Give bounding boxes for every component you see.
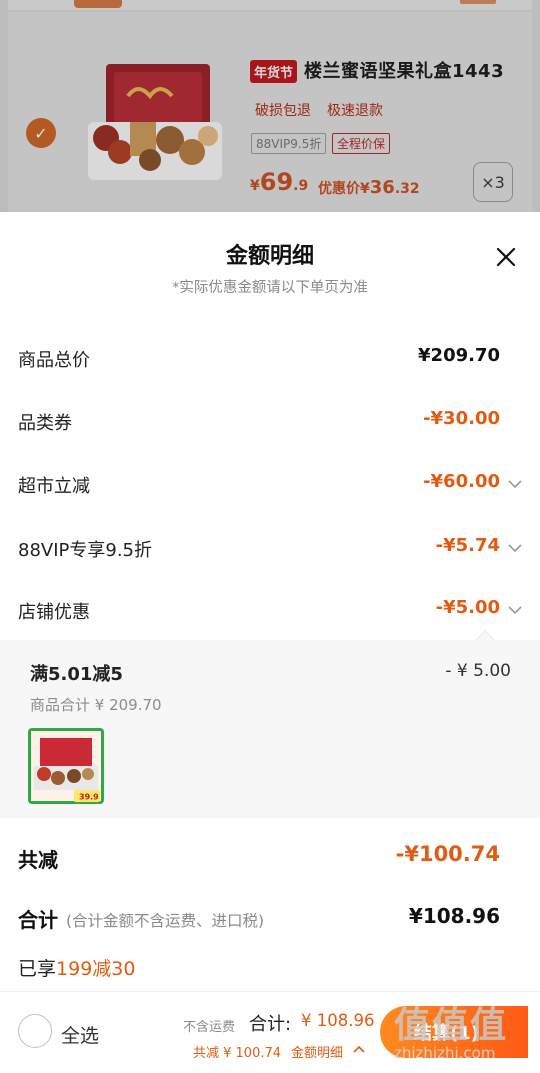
bottom-total-value: ¥ 108.96	[301, 1011, 375, 1030]
enjoyed-promotion: 已享199减30	[18, 958, 136, 980]
thumbnail-price: 39.9	[79, 793, 99, 802]
select-all-checkbox[interactable]	[18, 1014, 52, 1048]
store-discount-detail: 满5.01减5 - ¥ 5.00 商品合计 ¥ 209.70 39.9	[0, 630, 540, 818]
detail-title: 满5.01减5	[30, 664, 123, 685]
close-icon	[496, 247, 516, 267]
bottom-saved-amount: 共减 ¥ 100.74	[193, 1046, 282, 1061]
total-reduction-row: 共减 -¥100.74	[18, 842, 500, 872]
line-store-discount[interactable]: 店铺优惠 -¥5.00	[0, 590, 540, 630]
sheet-subtitle: *实际优惠金额请以下单页为准	[172, 280, 368, 296]
festival-tag: 年货节	[250, 60, 298, 83]
checkout-bar: 全选 不含运费 合计: ¥ 108.96 共减 ¥ 100.74 金额明细 结算…	[0, 991, 540, 1073]
vip-discount-badge: 88VIP9.5折	[251, 133, 327, 154]
service-damage-return: 破损包退	[255, 103, 311, 119]
sum-row: 合计 (合计金额不含运费、进口税) ¥108.96	[18, 904, 500, 932]
chevron-down-icon	[508, 606, 522, 615]
line-goods-total: 商品总价 ¥209.70	[18, 345, 500, 371]
product-title[interactable]: 楼兰蜜语坚果礼盒1443	[304, 57, 504, 83]
background-top-strip	[8, 0, 532, 10]
detail-amount: - ¥ 5.00	[445, 661, 511, 681]
chevron-up-icon[interactable]	[351, 1042, 367, 1056]
line-88vip-discount[interactable]: 88VIP专享9.5折 -¥5.74	[0, 528, 540, 568]
no-shipping-note: 不含运费	[183, 1020, 236, 1035]
item-promo-price: 优惠价¥36.32	[318, 177, 420, 198]
quantity-button[interactable]: ×3	[473, 162, 513, 202]
select-all-label[interactable]: 全选	[61, 1021, 99, 1048]
background-cart-item: ✓ 年货节 楼兰蜜语坚果礼盒1443 破损包退 极速退款 88VIP9.5折 全…	[0, 0, 540, 212]
chevron-down-icon	[508, 480, 522, 489]
chevron-down-icon	[508, 544, 522, 553]
checkout-button[interactable]: 结算(1)	[380, 1006, 528, 1058]
sheet-title: 金额明细	[225, 244, 314, 269]
item-checked-icon[interactable]: ✓	[26, 118, 56, 148]
item-price: ¥69.9	[250, 168, 309, 196]
bottom-total-label: 合计:	[249, 1014, 292, 1035]
product-image	[88, 64, 222, 180]
amount-detail-sheet: 金额明细 *实际优惠金额请以下单页为准 商品总价 ¥209.70 品类券 -¥3…	[0, 212, 540, 1073]
service-fast-refund: 极速退款	[327, 103, 383, 119]
close-button[interactable]	[491, 242, 521, 272]
price-protect-badge: 全程价保	[332, 133, 391, 154]
line-supermarket-discount[interactable]: 超市立减 -¥60.00	[0, 464, 540, 504]
detail-subtotal: 商品合计 ¥ 209.70	[30, 696, 162, 714]
product-thumbnail[interactable]: 39.9	[28, 728, 104, 804]
amount-detail-link[interactable]: 金额明细	[291, 1042, 343, 1061]
line-category-coupon: 品类券 -¥30.00	[18, 408, 500, 434]
